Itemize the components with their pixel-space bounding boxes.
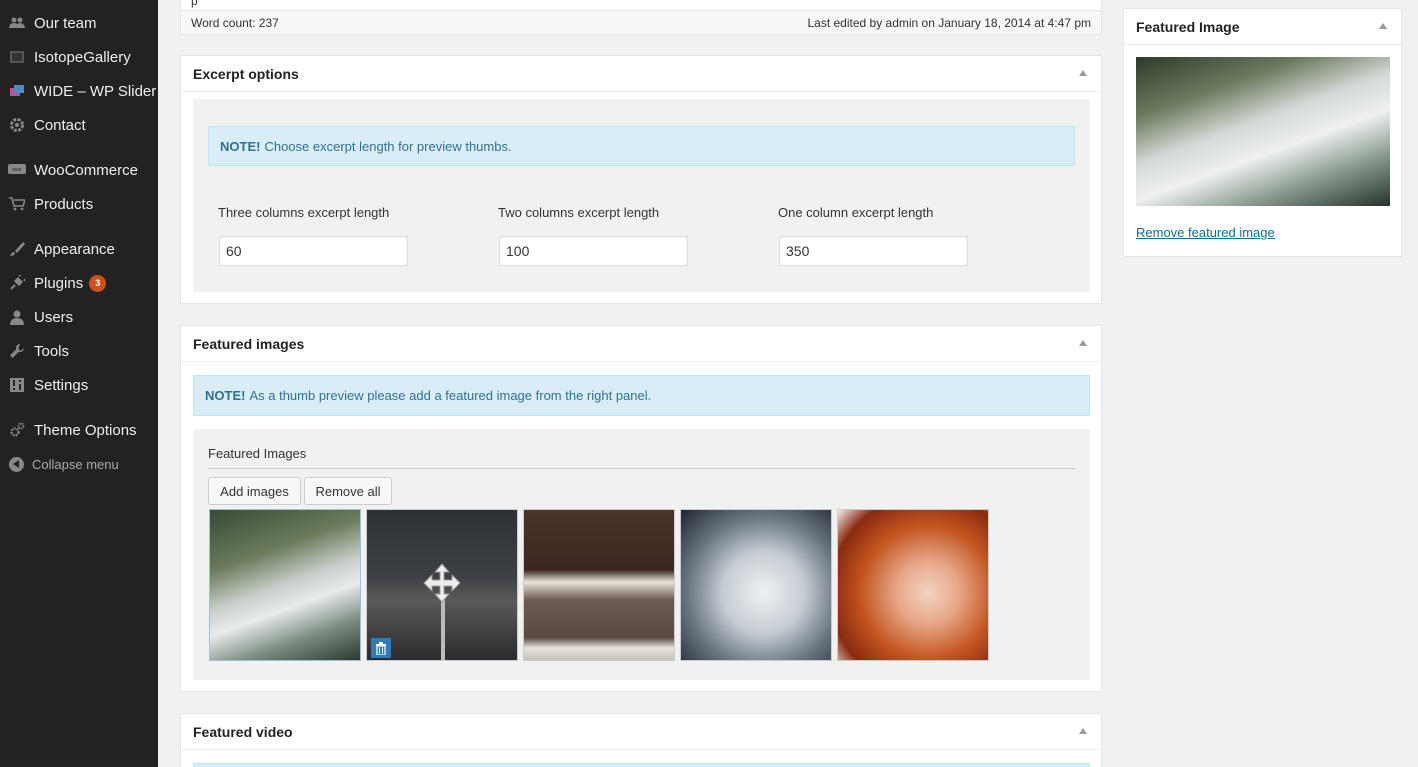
sidebar-item-label: Settings [34,376,89,394]
sidebar-item-users[interactable]: Users [0,302,158,332]
sidebar-item-theme-options[interactable]: Theme Options [0,415,158,445]
three-columns-input[interactable] [219,236,408,266]
sidebar-item-appearance[interactable]: Appearance [0,234,158,264]
road-line [441,600,445,660]
collapse-toggle-icon[interactable] [1079,70,1087,76]
gallery-thumb-bed[interactable] [523,509,675,661]
collapse-menu-button[interactable]: Collapse menu [0,449,158,479]
sidebar-item-label: Users [34,308,74,326]
sidebar-item-settings[interactable]: Settings [0,370,158,400]
note-bold: NOTE! [220,138,261,154]
sidebar-item-label: IsotopeGallery [34,48,131,66]
sidebar-item-woocommerce[interactable]: woo WooCommerce [0,155,158,185]
sidebar-item-label: Appearance [34,240,115,258]
airplane-image [210,510,360,660]
editor-bottom-edge: p [180,0,1102,10]
car-image [681,510,831,660]
gallery-thumb-airplane[interactable] [209,509,361,661]
one-column-input[interactable] [779,236,968,266]
excerpt-note: NOTE! Choose excerpt length for preview … [208,126,1075,166]
slider-icon [0,85,34,97]
featured-image-header[interactable]: Featured Image [1124,9,1401,45]
collapse-toggle-icon[interactable] [1379,23,1387,29]
bed-image [524,510,674,660]
sidebar-item-plugins[interactable]: Plugins 3 [0,268,158,298]
gallery-thumb-woman[interactable] [837,509,989,661]
featured-video-panel: Featured video [180,713,1102,767]
excerpt-options-body: NOTE! Choose excerpt length for preview … [193,99,1090,292]
two-columns-label: Two columns excerpt length [498,205,660,220]
sidebar-item-label: WIDE – WP Slider [34,82,157,100]
panel-title: Featured video [193,723,293,740]
plugins-update-badge: 3 [89,274,107,292]
word-count: Word count: 237 [191,15,279,30]
sidebar-item-label: Tools [34,342,70,360]
woman-image [838,510,988,660]
panel-title: Featured Image [1136,18,1240,35]
remove-all-button[interactable]: Remove all [304,477,392,505]
featured-images-header[interactable]: Featured images [181,326,1101,362]
wrench-icon [0,343,34,359]
note-text: As a thumb preview please add a featured… [249,388,652,403]
excerpt-options-header[interactable]: Excerpt options [181,56,1101,92]
featured-image-preview[interactable] [1136,57,1390,206]
sidebar-item-label: Plugins [34,274,84,292]
trash-icon[interactable] [371,638,391,658]
brush-icon [0,241,34,257]
woocommerce-icon: woo [0,164,34,176]
sidebar-item-wide-slider[interactable]: WIDE – WP Slider [0,76,158,106]
collapse-toggle-icon[interactable] [1079,340,1087,346]
svg-text:woo: woo [12,167,21,173]
user-icon [0,310,34,325]
editor-status-bar: Word count: 237 Last edited by admin on … [180,10,1102,35]
two-columns-input[interactable] [499,236,688,266]
excerpt-options-panel: Excerpt options NOTE! Choose excerpt len… [180,55,1102,304]
sidebar-item-label: Our team [34,14,97,32]
gear-icon [0,117,34,133]
sidebar-item-our-team[interactable]: Our team [0,8,158,38]
three-columns-label: Three columns excerpt length [218,205,390,220]
one-column-label: One column excerpt length [778,205,934,220]
sidebar-item-label: Products [34,195,94,213]
theme-gears-icon [0,422,34,438]
note-text: Choose excerpt length for preview thumbs… [264,138,512,154]
sidebar-item-tools[interactable]: Tools [0,336,158,366]
gallery-thumb-city-road[interactable] [366,509,518,661]
gallery-icon [0,51,34,63]
collapse-arrow-icon [0,456,32,472]
add-images-button[interactable]: Add images [208,477,301,505]
sidebar-item-label: Contact [34,116,86,134]
last-edited: Last edited by admin on January 18, 2014… [807,15,1091,30]
featured-images-note: NOTE! As a thumb preview please add a fe… [193,375,1090,416]
collapse-toggle-icon[interactable] [1079,728,1087,734]
panel-title: Featured images [193,335,305,352]
city-road-image [367,510,517,660]
featured-image-sidebox: Featured Image Remove featured image [1123,8,1402,257]
gallery-thumb-car[interactable] [680,509,832,661]
settings-icon [0,378,34,392]
panel-title: Excerpt options [193,65,299,82]
note-bold: NOTE! [205,388,246,403]
team-icon [0,17,34,29]
sidebar-item-label: Theme Options [34,421,137,439]
sidebar-item-label: WooCommerce [34,161,138,179]
featured-video-note [193,763,1090,767]
cart-icon [0,197,34,211]
gallery-divider [208,468,1075,469]
editor-path-text: p [191,0,198,8]
sidebar-item-contact[interactable]: Contact [0,110,158,140]
remove-featured-image-link[interactable]: Remove featured image [1136,225,1275,240]
sidebar-item-isotopegallery[interactable]: IsotopeGallery [0,42,158,72]
admin-sidebar: Our team IsotopeGallery WIDE – WP Slider… [0,0,158,767]
move-icon[interactable] [421,562,463,609]
gallery-subtitle: Featured Images [208,446,307,461]
featured-video-header[interactable]: Featured video [181,714,1101,750]
collapse-menu-label: Collapse menu [32,456,119,472]
sidebar-item-products[interactable]: Products [0,189,158,219]
plug-icon [0,275,34,291]
